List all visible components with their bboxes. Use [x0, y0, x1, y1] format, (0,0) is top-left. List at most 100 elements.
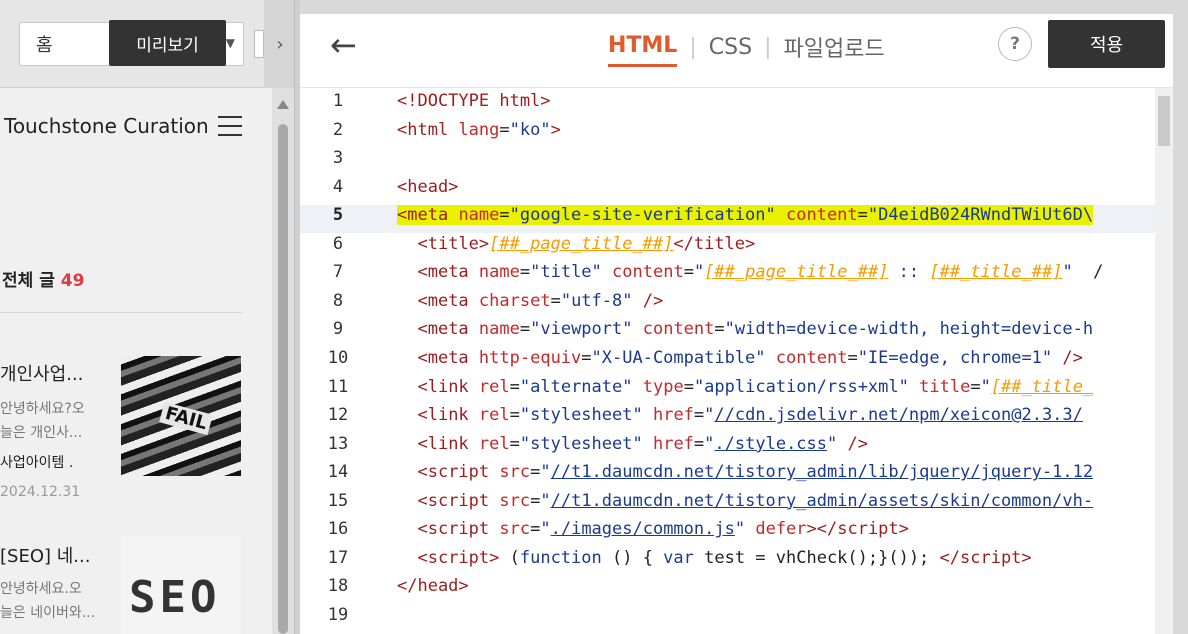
- scrollbar-thumb[interactable]: [278, 124, 288, 634]
- post-summary: 안녕하세요?오: [0, 401, 85, 417]
- code-text: <link rel="stylesheet" href="./style.css…: [417, 433, 868, 454]
- code-line[interactable]: 11 <link rel="alternate" type="applicati…: [300, 377, 1173, 405]
- code-text: <script src="./images/common.js" defer><…: [417, 519, 909, 540]
- code-text: <script src="//t1.daumcdn.net/tistory_ad…: [417, 490, 1094, 511]
- line-number: 14: [327, 462, 349, 483]
- post-thumbnail: SEO: [121, 536, 241, 634]
- line-number: 1: [332, 91, 344, 111]
- preview-pane: 홈 ▼ 미리보기 › Touchstone Curation 전체 글 49 개…: [0, 0, 296, 634]
- code-line[interactable]: 17 <script> (function () { var test = vh…: [300, 548, 1173, 576]
- tab-separator: |: [764, 34, 772, 60]
- total-count: 49: [60, 271, 85, 291]
- line-number: 8: [332, 290, 344, 311]
- editor-tabs: HTML | CSS | 파일업로드: [608, 31, 885, 69]
- post-title: [SEO] 네...: [0, 546, 91, 567]
- code-text: <link rel="alternate" type="application/…: [417, 376, 1094, 397]
- post-category: 사업아이템 .: [0, 455, 74, 471]
- code-text: </head>: [397, 576, 469, 597]
- chevron-down-icon: ▼: [225, 36, 235, 50]
- code-text: <meta name="google-site-verification" co…: [397, 205, 1094, 226]
- code-line[interactable]: 14 <script src="//t1.daumcdn.net/tistory…: [300, 462, 1173, 490]
- line-number: 10: [327, 347, 349, 368]
- thumbnail-text: SEO: [129, 572, 221, 623]
- line-number: 17: [327, 547, 349, 568]
- code-text: <head>: [397, 176, 459, 197]
- code-line[interactable]: 3: [300, 148, 1173, 176]
- line-number: 2: [332, 119, 344, 140]
- line-number: 5: [332, 205, 344, 226]
- scrollbar-thumb[interactable]: [1158, 96, 1170, 146]
- code-line[interactable]: 7 <meta name="title" content="[##_page_t…: [300, 262, 1173, 290]
- line-number: 3: [332, 148, 344, 169]
- code-line[interactable]: 4 <head>: [300, 177, 1173, 205]
- code-text: <script src="//t1.daumcdn.net/tistory_ad…: [417, 462, 1094, 483]
- post-summary: 안녕하세요.오: [0, 581, 82, 597]
- code-line[interactable]: 8 <meta charset="utf-8" />: [300, 291, 1173, 319]
- total-label: 전체 글: [2, 271, 55, 291]
- code-text: <meta name="viewport" content="width=dev…: [417, 319, 1094, 340]
- code-line[interactable]: 2 <html lang="ko">: [300, 120, 1173, 148]
- editor-toolbar: ← HTML | CSS | 파일업로드 ? 적용: [300, 14, 1173, 88]
- post-thumbnail: FAIL: [121, 356, 241, 476]
- code-line[interactable]: 5 <meta name="google-site-verification" c…: [300, 205, 1173, 234]
- code-line[interactable]: 18 </head>: [300, 576, 1173, 604]
- page-select-value: 홈: [36, 35, 53, 56]
- apply-button[interactable]: 적용: [1048, 20, 1165, 68]
- post-date: 2024.12.31: [0, 484, 81, 500]
- post-title: 개인사업...: [0, 364, 84, 385]
- post-summary: 늘은 개인사...: [0, 425, 83, 441]
- code-line[interactable]: 1 <!DOCTYPE html>: [300, 91, 1173, 119]
- code-line[interactable]: 9 <meta name="viewport" content="width=d…: [300, 319, 1173, 347]
- preview-tooltip: 미리보기: [109, 20, 226, 66]
- code-text: <meta name="title" content="[##_page_tit…: [417, 262, 1104, 283]
- device-toggle[interactable]: [254, 30, 264, 58]
- tab-file-upload[interactable]: 파일업로드: [783, 31, 884, 69]
- line-number: 12: [327, 405, 349, 426]
- code-line[interactable]: 12 <link rel="stylesheet" href="//cdn.js…: [300, 405, 1173, 433]
- line-number: 13: [327, 433, 349, 454]
- code-editor[interactable]: 1 <!DOCTYPE html> 2 <html lang="ko"> 3 4 <head…: [300, 88, 1173, 634]
- line-number: 19: [327, 604, 349, 625]
- tab-css[interactable]: CSS: [709, 35, 752, 66]
- window-edge: [1173, 0, 1188, 634]
- code-text: <meta http-equiv="X-UA-Compatible" conte…: [417, 347, 1083, 368]
- line-number: 9: [332, 319, 344, 340]
- code-line[interactable]: 15 <script src="//t1.daumcdn.net/tistory…: [300, 491, 1173, 519]
- line-number: 7: [332, 262, 344, 283]
- collapse-preview-button[interactable]: ›: [264, 0, 296, 88]
- editor-pane: ← HTML | CSS | 파일업로드 ? 적용 1 <!DOCTYPE htm…: [300, 0, 1188, 634]
- line-number: 15: [327, 490, 349, 511]
- chevron-right-icon: ›: [276, 33, 284, 55]
- blog-title[interactable]: Touchstone Curation: [4, 114, 209, 138]
- editor-scrollbar[interactable]: [1155, 88, 1173, 634]
- line-number: 4: [332, 176, 344, 197]
- code-text: <title>[##_page_title_##]</title>: [417, 233, 756, 254]
- thumbnail-text: FAIL: [159, 401, 214, 436]
- code-line[interactable]: 16 <script src="./images/common.js" defe…: [300, 519, 1173, 547]
- total-posts[interactable]: 전체 글 49: [2, 266, 84, 291]
- menu-icon[interactable]: [218, 116, 242, 143]
- code-line[interactable]: 10 <meta http-equiv="X-UA-Compatible" co…: [300, 348, 1173, 376]
- code-line[interactable]: 13 <link rel="stylesheet" href="./style.…: [300, 434, 1173, 462]
- tab-html[interactable]: HTML: [608, 33, 678, 67]
- code-line[interactable]: 6 <title>[##_page_title_##]</title>: [300, 234, 1173, 262]
- line-number: 18: [327, 576, 349, 597]
- post-summary: 늘은 네이버와...: [0, 605, 96, 621]
- line-number: 11: [327, 376, 349, 397]
- line-number: 6: [332, 233, 344, 254]
- code-text: <meta charset="utf-8" />: [417, 290, 664, 311]
- blog-preview: Touchstone Curation 전체 글 49 개인사업... 안녕하세…: [0, 88, 272, 634]
- scroll-up-icon[interactable]: [277, 100, 289, 109]
- code-text: <link rel="stylesheet" href="//cdn.jsdel…: [417, 405, 1083, 426]
- line-number: 16: [327, 519, 349, 540]
- help-icon[interactable]: ?: [998, 27, 1032, 61]
- code-line[interactable]: 19: [300, 605, 1173, 633]
- app-frame: 홈 ▼ 미리보기 › Touchstone Curation 전체 글 49 개…: [0, 0, 1188, 634]
- code-text: <script> (function () { var test = vhChe…: [417, 547, 1032, 568]
- preview-scrollbar[interactable]: [272, 88, 294, 634]
- back-arrow-icon[interactable]: ←: [330, 26, 357, 64]
- code-text: <html lang="ko">: [397, 119, 561, 140]
- divider: [0, 312, 242, 313]
- code-text: <!DOCTYPE html>: [397, 91, 551, 111]
- preview-toolbar: 홈 ▼ 미리보기 ›: [0, 0, 296, 88]
